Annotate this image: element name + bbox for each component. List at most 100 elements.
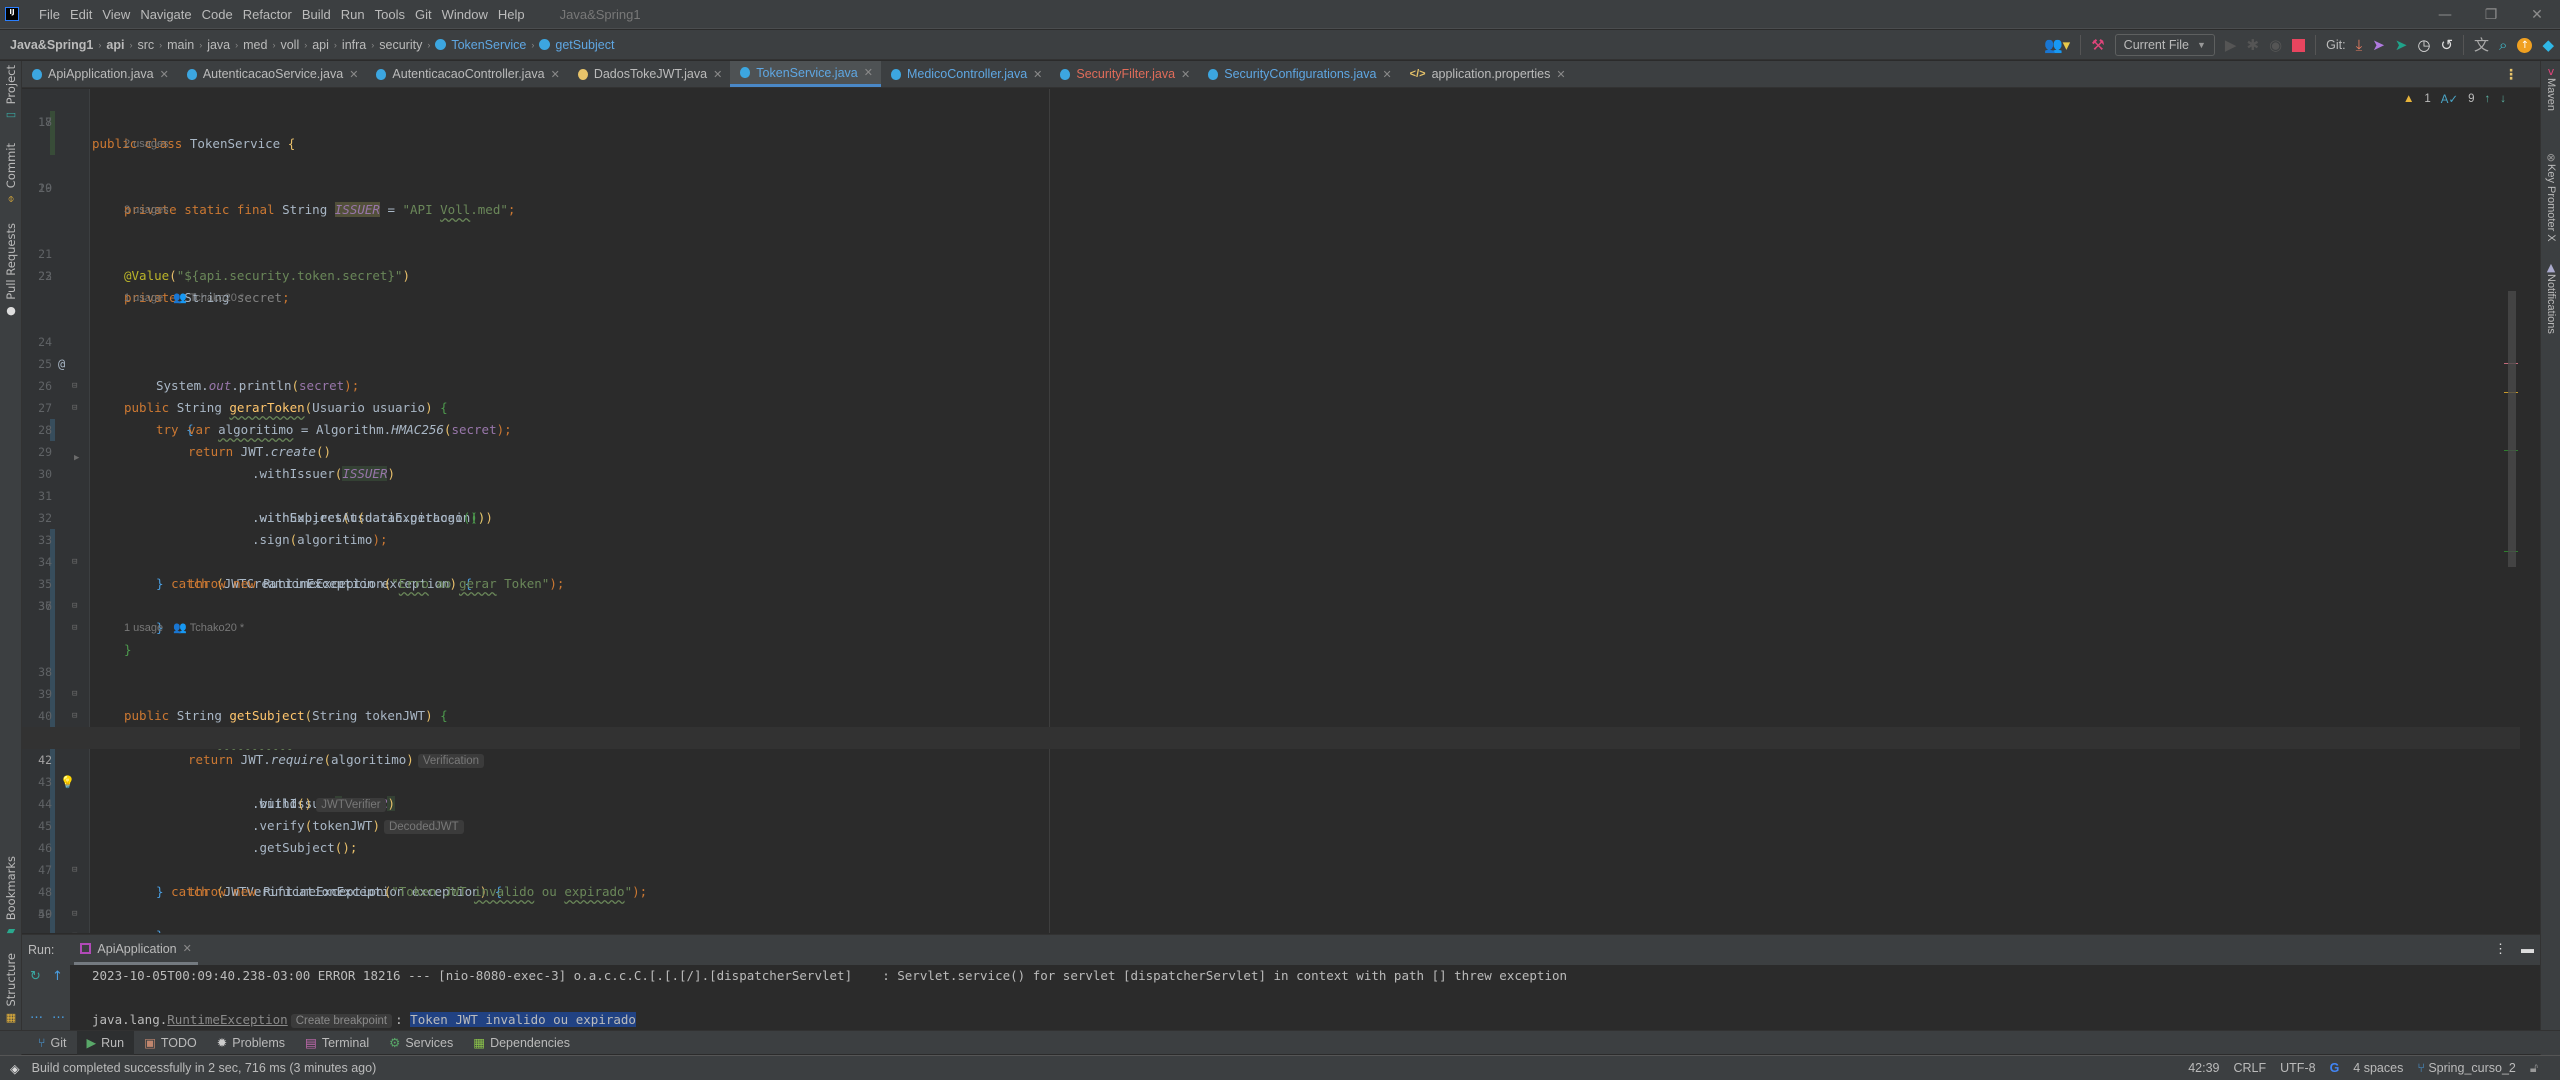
breadcrumb-main[interactable]: main <box>167 38 194 52</box>
usages-hint-label[interactable]: 3 usages <box>124 199 169 221</box>
tab-security-configurations[interactable]: SecurityConfigurations.java ✕ <box>1198 61 1399 87</box>
tool-project[interactable]: Project ▭ <box>0 65 22 121</box>
close-icon[interactable]: ✕ <box>551 68 560 81</box>
lock-icon[interactable]: 🔓︎ <box>2530 1061 2538 1076</box>
people-icon[interactable]: 👥▾ <box>2044 37 2070 53</box>
tool-tab-todo[interactable]: ▣ TODO <box>134 1031 207 1055</box>
tab-token-service[interactable]: TokenService.java ✕ <box>730 61 881 87</box>
tabs-menu-icon[interactable]: ⋮ <box>2504 67 2518 83</box>
update-icon[interactable]: ↑ <box>2517 37 2533 53</box>
close-icon[interactable]: ✕ <box>160 68 169 81</box>
tab-medico-controller[interactable]: MedicoController.java ✕ <box>881 61 1050 87</box>
more-icon[interactable]: … <box>52 1007 65 1022</box>
coverage-icon[interactable]: ◉ <box>2269 37 2282 53</box>
menu-code[interactable]: Code <box>197 7 238 22</box>
breadcrumb-java[interactable]: java <box>207 38 230 52</box>
tab-api-application[interactable]: ApiApplication.java ✕ <box>22 61 177 87</box>
usages-hint-label[interactable]: 1 usage <box>124 622 163 634</box>
git-update-icon[interactable]: ⤓ <box>2356 37 2363 53</box>
usages-hint[interactable]: 1 usage 👥 Tchako20 * <box>22 287 2520 309</box>
console-output[interactable]: 2023-10-05T00:09:40.238-03:00 ERROR 1821… <box>92 965 1567 1031</box>
usages-hint[interactable]: 1 usage 👥 Tchako20 * <box>22 617 2520 639</box>
editor-scrollbar[interactable] <box>2508 291 2516 567</box>
rerun-icon[interactable]: ↻ <box>30 969 41 984</box>
status-message[interactable]: ◈ Build completed successfully in 2 sec,… <box>10 1061 376 1076</box>
breadcrumb-src[interactable]: src <box>137 38 154 52</box>
git-push-icon[interactable]: ➤ <box>2395 37 2408 53</box>
usages-hint[interactable]: 3 usages <box>22 199 2520 221</box>
menu-git[interactable]: Git <box>410 7 437 22</box>
menu-build[interactable]: Build <box>297 7 336 22</box>
run-tab-api-application[interactable]: ApiApplication ✕ <box>74 935 198 965</box>
tab-dados-token-jwt[interactable]: DadosTokeJWT.java ✕ <box>568 61 730 87</box>
menu-window[interactable]: Window <box>437 7 493 22</box>
menu-file[interactable]: File <box>34 7 65 22</box>
breadcrumb-api[interactable]: api <box>312 38 329 52</box>
tab-application-properties[interactable]: </> application.properties ✕ <box>1400 61 1574 87</box>
git-commit-icon[interactable]: ➤ <box>2372 37 2385 53</box>
code-editor[interactable]: ▲ 1 A✓ 9 ↑ ↓ 17 public class TokenService … <box>22 89 2520 933</box>
breadcrumb-security[interactable]: security <box>379 38 422 52</box>
create-breakpoint-hint[interactable]: Create breakpoint <box>290 1014 393 1028</box>
selected-text[interactable]: Token JWT invalido ou expirado <box>410 1012 636 1027</box>
caret-position[interactable]: 42:39 <box>2188 1061 2219 1075</box>
tool-tab-git[interactable]: ⑂ Git <box>28 1031 77 1055</box>
fold-end-icon[interactable]: ⊟ <box>72 925 77 933</box>
more-options-icon[interactable]: ⋮ <box>2494 941 2507 957</box>
menu-view[interactable]: View <box>97 7 135 22</box>
tool-pull-requests[interactable]: Pull Requests ● <box>0 223 22 317</box>
author-hint[interactable]: Tchako20 * <box>190 622 244 634</box>
close-icon[interactable]: ✕ <box>183 942 192 955</box>
more-icon[interactable]: … <box>30 1007 43 1022</box>
file-encoding[interactable]: UTF-8 <box>2280 1061 2315 1075</box>
tool-tab-terminal[interactable]: ▤ Terminal <box>295 1031 379 1055</box>
breadcrumb-project[interactable]: Java&Spring1 <box>10 38 93 52</box>
usages-hint-label[interactable]: 1 usage <box>124 292 163 304</box>
breadcrumb-voll[interactable]: voll <box>280 38 299 52</box>
breadcrumb-infra[interactable]: infra <box>342 38 366 52</box>
close-button[interactable]: ✕ <box>2514 7 2560 23</box>
run-icon[interactable]: ▶ <box>2225 37 2237 53</box>
close-icon[interactable]: ✕ <box>1556 68 1565 81</box>
tool-structure[interactable]: Structure ▦ <box>0 953 22 1024</box>
line-separator[interactable]: CRLF <box>2233 1061 2266 1075</box>
menu-run[interactable]: Run <box>336 7 370 22</box>
breadcrumb-method[interactable]: getSubject <box>555 38 614 52</box>
breadcrumb-med[interactable]: med <box>243 38 267 52</box>
search-icon[interactable]: ⌕ <box>2499 37 2507 53</box>
jetbrains-icon[interactable]: ◆ <box>2542 37 2554 53</box>
run-configuration-select[interactable]: Current File ▼ <box>2114 34 2215 56</box>
google-icon[interactable]: G <box>2330 1061 2340 1075</box>
usages-hint[interactable]: 2 usages <box>22 133 2520 155</box>
debug-icon[interactable]: ✱ <box>2246 37 2259 53</box>
menu-edit[interactable]: Edit <box>65 7 97 22</box>
breadcrumb-module[interactable]: api <box>106 38 124 52</box>
tool-tab-services[interactable]: ⚙ Services <box>379 1031 463 1055</box>
tab-autenticacao-controller[interactable]: AutenticacaoController.java ✕ <box>366 61 567 87</box>
stop-icon[interactable] <box>2292 38 2306 52</box>
usages-hint-label[interactable]: 2 usages <box>124 133 169 155</box>
git-branch-widget[interactable]: ⑂ Spring_curso_2 <box>2417 1061 2516 1075</box>
hammer-icon[interactable]: ⚒ <box>2091 37 2104 53</box>
tool-maven[interactable]: v Maven <box>2541 65 2560 111</box>
tool-bookmarks[interactable]: Bookmarks ▰ <box>0 856 22 937</box>
history-icon[interactable]: ◷ <box>2417 37 2430 53</box>
tool-key-promoter[interactable]: ⊗ Key Promoter X <box>2541 151 2560 242</box>
menu-refactor[interactable]: Refactor <box>238 7 297 22</box>
minimize-button[interactable]: — <box>2422 7 2468 23</box>
tab-security-filter[interactable]: SecurityFilter.java ✕ <box>1050 61 1198 87</box>
scroll-up-icon[interactable]: ↑ <box>52 969 63 984</box>
close-icon[interactable]: ✕ <box>713 68 722 81</box>
tool-commit[interactable]: Commit ⌽ <box>0 143 22 206</box>
close-icon[interactable]: ✕ <box>1033 68 1042 81</box>
author-hint[interactable]: Tchako20 * <box>190 292 244 304</box>
close-icon[interactable]: ✕ <box>864 66 873 79</box>
indent-setting[interactable]: 4 spaces <box>2353 1061 2403 1075</box>
hide-panel-icon[interactable]: ▬ <box>2521 941 2534 957</box>
menu-help[interactable]: Help <box>493 7 530 22</box>
tool-notifications[interactable]: ▲ Notifications <box>2541 261 2560 334</box>
close-icon[interactable]: ✕ <box>349 68 358 81</box>
close-icon[interactable]: ✕ <box>1181 68 1190 81</box>
translate-icon[interactable]: 文 <box>2474 37 2489 53</box>
tool-tab-dependencies[interactable]: ▦ Dependencies <box>463 1031 580 1055</box>
